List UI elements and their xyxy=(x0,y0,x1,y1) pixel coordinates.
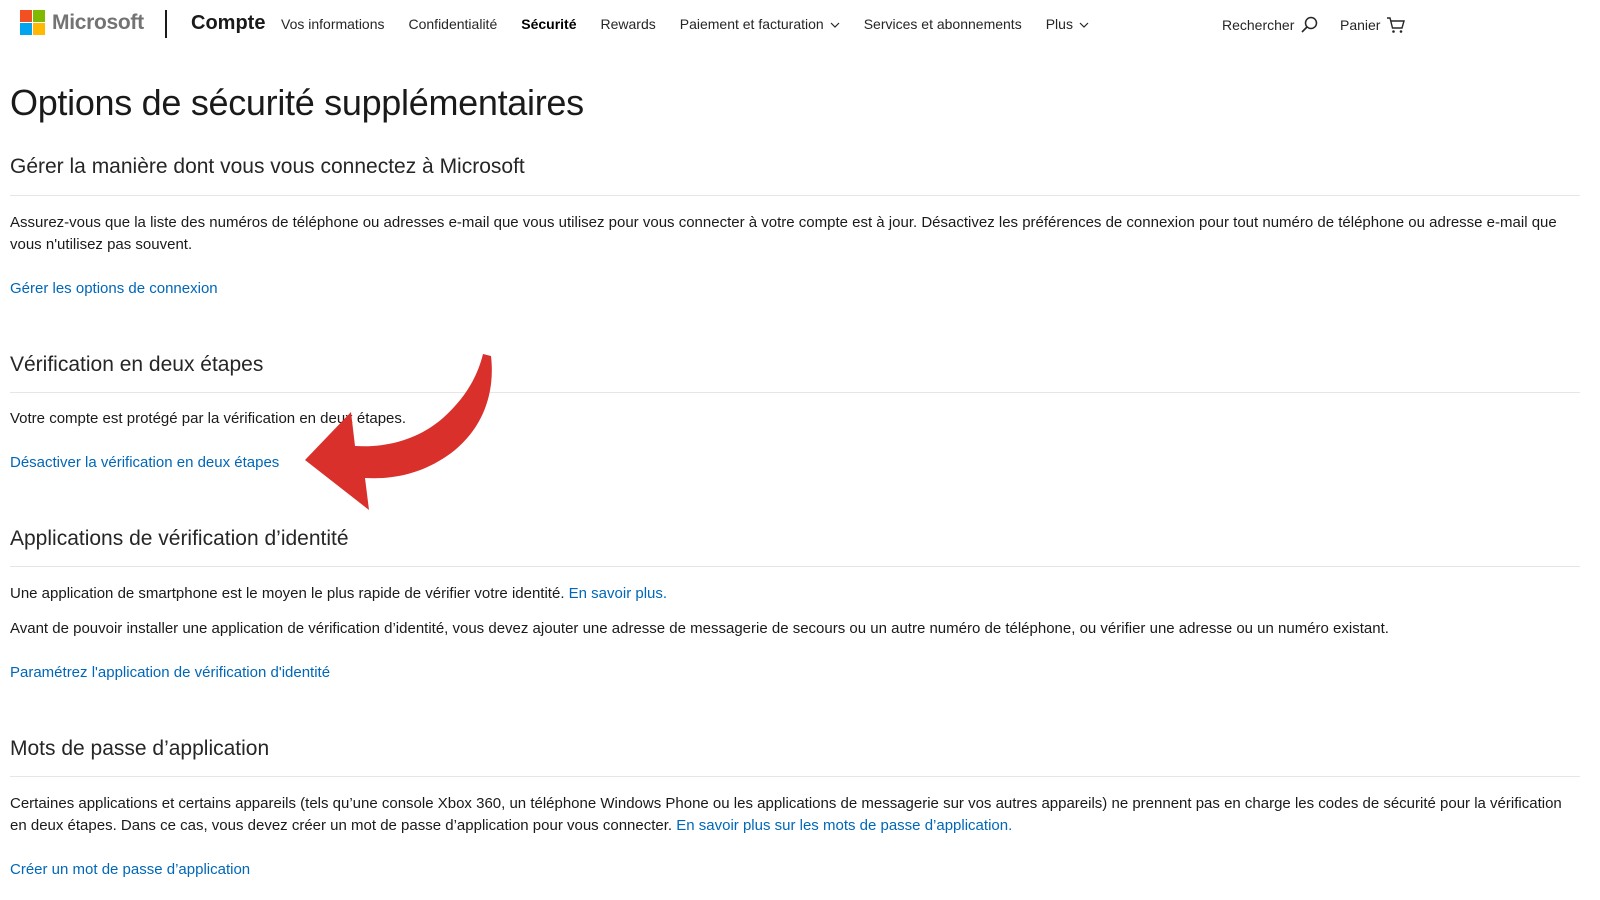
main-nav: Vos informations Confidentialité Sécurit… xyxy=(281,16,1113,32)
search-button[interactable]: Rechercher xyxy=(1222,16,1318,34)
auth-apps-text: Une application de smartphone est le moy… xyxy=(10,585,565,602)
section-title-two-step: Vérification en deux étapes xyxy=(10,353,264,376)
microsoft-logo-icon xyxy=(20,10,45,35)
auth-apps-description: Une application de smartphone est le moy… xyxy=(10,583,667,605)
chevron-down-icon xyxy=(830,22,840,28)
learn-more-link[interactable]: En savoir plus. xyxy=(569,585,667,602)
microsoft-logo[interactable]: Microsoft xyxy=(20,10,144,35)
section-title-signin: Gérer la manière dont vous vous connecte… xyxy=(10,155,525,178)
search-label: Rechercher xyxy=(1222,17,1295,33)
main-content: Options de sécurité supplémentaires xyxy=(10,78,1580,128)
divider xyxy=(10,195,1580,196)
divider xyxy=(10,566,1580,567)
search-icon xyxy=(1301,16,1318,33)
cart-button[interactable]: Panier xyxy=(1340,16,1406,34)
create-app-password-link[interactable]: Créer un mot de passe d’application xyxy=(10,859,250,881)
nav-item-vos-informations[interactable]: Vos informations xyxy=(281,16,385,32)
nav-item-confidentialite[interactable]: Confidentialité xyxy=(409,16,498,32)
cart-icon xyxy=(1387,17,1406,33)
app-passwords-description: Certaines applications et certains appar… xyxy=(10,793,1575,837)
brand-name: Microsoft xyxy=(52,10,144,34)
disable-two-step-link[interactable]: Désactiver la vérification en deux étape… xyxy=(10,452,279,474)
section-title-auth-apps: Applications de vérification d’identité xyxy=(10,527,349,550)
divider xyxy=(10,776,1580,777)
auth-apps-requirement-text: Avant de pouvoir installer une applicati… xyxy=(10,620,1389,637)
signin-description: Assurez-vous que la liste des numéros de… xyxy=(10,214,1557,253)
section-name-link[interactable]: Compte xyxy=(191,12,265,35)
nav-item-securite[interactable]: Sécurité xyxy=(521,16,576,32)
chevron-down-icon xyxy=(1079,22,1089,28)
cart-label: Panier xyxy=(1340,17,1381,33)
manage-signin-options-link[interactable]: Gérer les options de connexion xyxy=(10,278,218,300)
site-header: Microsoft Compte Vos informations Confid… xyxy=(0,0,1600,50)
setup-auth-app-link[interactable]: Paramétrez l'application de vérification… xyxy=(10,662,330,684)
red-arrow-icon xyxy=(305,354,492,510)
nav-item-plus[interactable]: Plus xyxy=(1046,16,1089,32)
page-title: Options de sécurité supplémentaires xyxy=(10,82,584,123)
logo-divider xyxy=(165,10,167,38)
nav-item-paiement-et-facturation[interactable]: Paiement et facturation xyxy=(680,16,840,32)
learn-more-app-passwords-link[interactable]: En savoir plus sur les mots de passe d’a… xyxy=(676,817,1012,834)
nav-item-rewards[interactable]: Rewards xyxy=(600,16,655,32)
divider xyxy=(10,392,1580,393)
section-title-app-passwords: Mots de passe d’application xyxy=(10,737,270,760)
nav-item-services-et-abonnements[interactable]: Services et abonnements xyxy=(864,16,1022,32)
